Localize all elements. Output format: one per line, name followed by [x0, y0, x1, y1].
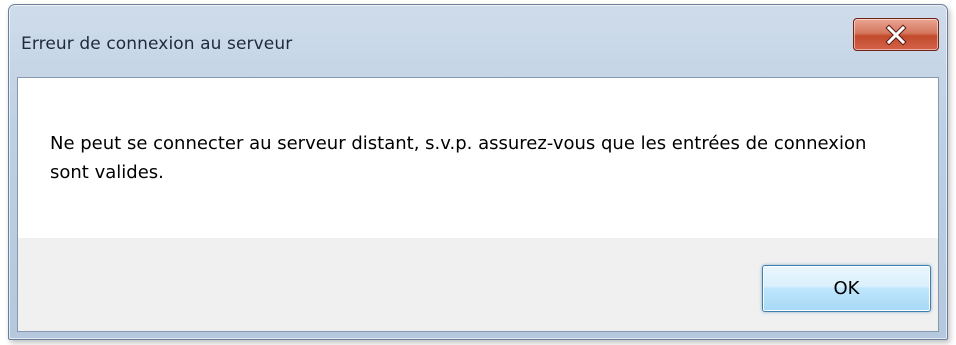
error-dialog-window: Erreur de connexion au serveur Ne peut s… [8, 4, 948, 340]
dialog-client-area: Ne peut se connecter au serveur distant,… [17, 77, 939, 332]
message-panel: Ne peut se connecter au serveur distant,… [18, 78, 938, 238]
dialog-title: Erreur de connexion au serveur [21, 34, 293, 54]
error-message: Ne peut se connecter au serveur distant,… [50, 133, 867, 183]
title-bar[interactable]: Erreur de connexion au serveur [9, 5, 947, 77]
ok-button[interactable]: OK [762, 265, 931, 312]
close-x-icon [885, 23, 907, 46]
close-button[interactable] [853, 18, 939, 51]
